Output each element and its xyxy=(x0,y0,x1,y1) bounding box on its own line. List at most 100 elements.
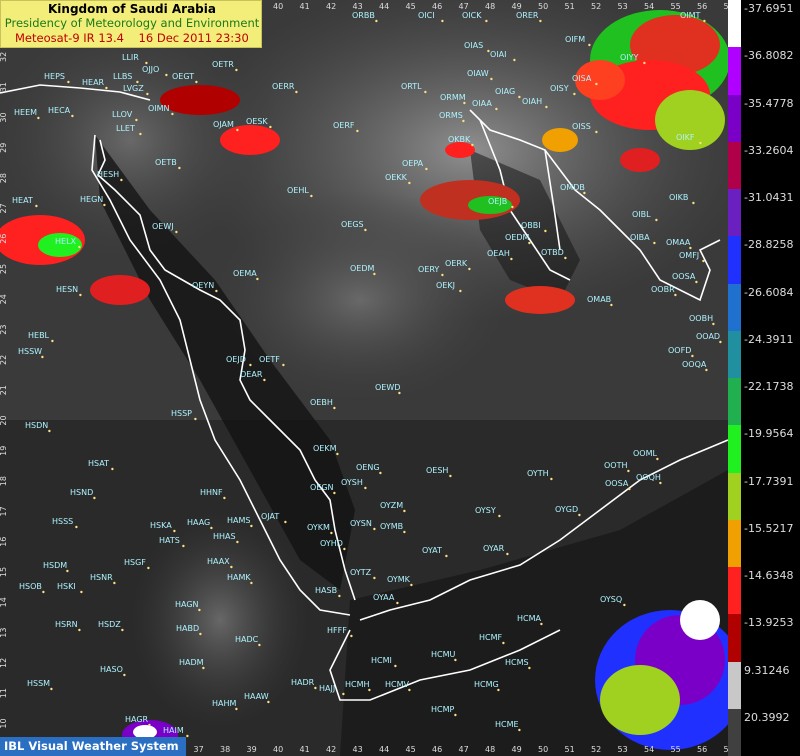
station-label: OEJD xyxy=(226,355,246,364)
station-label: HEBL xyxy=(28,331,50,340)
station-label: OICI xyxy=(418,11,435,20)
legend-label: -28.8258 xyxy=(744,238,794,252)
station-dot xyxy=(194,417,197,421)
station-dot xyxy=(78,245,81,249)
station-label: HSDZ xyxy=(98,620,121,629)
station-dot xyxy=(235,707,238,711)
station-label: OYAA xyxy=(373,593,395,602)
station-dot xyxy=(699,141,702,145)
title-product: Meteosat-9 IR 13.4 16 Dec 2011 23:30 xyxy=(15,31,249,45)
station-dot xyxy=(528,241,531,245)
station-dot xyxy=(42,590,45,594)
longitude-tick-label: 56 xyxy=(697,2,707,11)
legend-swatch xyxy=(728,519,741,568)
legend-label: 20.3992 xyxy=(744,710,790,724)
station-dot xyxy=(343,547,346,551)
station-label: OYHD xyxy=(320,539,343,548)
latitude-tick-label: 14 xyxy=(0,597,8,607)
station-dot xyxy=(623,603,626,607)
station-label: OEAH xyxy=(487,249,510,258)
station-label: ORTL xyxy=(401,82,422,91)
station-dot xyxy=(540,622,543,626)
station-label: OENG xyxy=(356,463,380,472)
legend-swatch xyxy=(728,708,741,756)
station-dot xyxy=(425,167,428,171)
station-dot xyxy=(199,632,202,636)
station-dot xyxy=(256,277,259,281)
longitude-tick-label: 47 xyxy=(459,2,469,11)
station-dot xyxy=(498,514,501,518)
station-label: OIYY xyxy=(620,53,639,62)
latitude-tick-label: 17 xyxy=(0,506,8,516)
station-dot xyxy=(375,19,378,23)
station-dot xyxy=(284,520,287,524)
station-label: HCMV xyxy=(385,680,410,689)
station-label: HAGN xyxy=(175,600,199,609)
footer-brand: IBL Visual Weather System xyxy=(0,737,186,756)
legend-swatch xyxy=(728,425,741,474)
station-dot xyxy=(333,491,336,495)
station-label: HCMA xyxy=(517,614,542,623)
station-dot xyxy=(223,496,226,500)
legend-swatch xyxy=(728,472,741,521)
legend-label: -26.6084 xyxy=(744,285,794,299)
station-label: OEYN xyxy=(192,281,214,290)
station-dot xyxy=(410,583,413,587)
station-dot xyxy=(403,509,406,513)
station-label: OYAR xyxy=(483,544,505,553)
station-label: HAMK xyxy=(227,573,251,582)
longitude-tick-label-bottom: 55 xyxy=(671,745,681,754)
station-dot xyxy=(71,114,74,118)
longitude-tick-label: 41 xyxy=(300,2,310,11)
station-label: OYSY xyxy=(475,506,496,515)
station-label: OYAT xyxy=(422,546,442,555)
latitude-tick-label: 21 xyxy=(0,385,8,395)
station-dot xyxy=(719,340,722,344)
station-dot xyxy=(258,643,261,647)
station-dot xyxy=(236,540,239,544)
station-label: OIAS xyxy=(464,41,483,50)
station-dot xyxy=(171,112,174,116)
station-label: HESH xyxy=(97,170,119,179)
station-label: HSNR xyxy=(90,573,113,582)
station-label: OICK xyxy=(462,11,482,20)
legend-swatch xyxy=(728,0,741,49)
station-dot xyxy=(518,95,521,99)
station-label: OMDB xyxy=(560,183,585,192)
station-label: OESH xyxy=(426,466,448,475)
legend-swatch xyxy=(728,283,741,332)
station-label: HCMS xyxy=(505,658,529,667)
station-label: HEGN xyxy=(80,195,103,204)
title-box: Kingdom of Saudi Arabia Presidency of Me… xyxy=(0,0,262,48)
station-dot xyxy=(314,686,317,690)
station-dot xyxy=(330,531,333,535)
longitude-tick-label-bottom: 46 xyxy=(432,745,442,754)
longitude-tick-label-bottom: 40 xyxy=(273,745,283,754)
station-label: HCMG xyxy=(474,680,499,689)
station-label: OOSA xyxy=(672,272,696,281)
station-dot xyxy=(689,246,692,250)
station-label: LVGZ xyxy=(123,84,144,93)
latitude-tick-label: 30 xyxy=(0,112,8,122)
station-dot xyxy=(653,241,656,245)
station-label: HAJJ xyxy=(319,684,335,693)
latitude-tick-label: 20 xyxy=(0,415,8,425)
station-label: HESN xyxy=(56,285,78,294)
station-dot xyxy=(123,673,126,677)
station-label: OEGS xyxy=(341,220,364,229)
station-label: OIBA xyxy=(630,233,650,242)
latitude-tick-label: 32 xyxy=(0,52,8,62)
latitude-tick-label: 28 xyxy=(0,173,8,183)
station-label: OETB xyxy=(155,158,177,167)
station-dot xyxy=(398,391,401,395)
station-label: OIAI xyxy=(490,50,507,59)
station-dot xyxy=(373,527,376,531)
longitude-tick-label: 52 xyxy=(591,2,601,11)
legend-swatch xyxy=(728,47,741,96)
station-dot xyxy=(120,178,123,182)
station-label: LLET xyxy=(116,124,135,133)
latitude-tick-label: 12 xyxy=(0,658,8,668)
station-label: OKBK xyxy=(448,135,471,144)
station-dot xyxy=(573,92,576,96)
station-dot xyxy=(35,204,38,208)
